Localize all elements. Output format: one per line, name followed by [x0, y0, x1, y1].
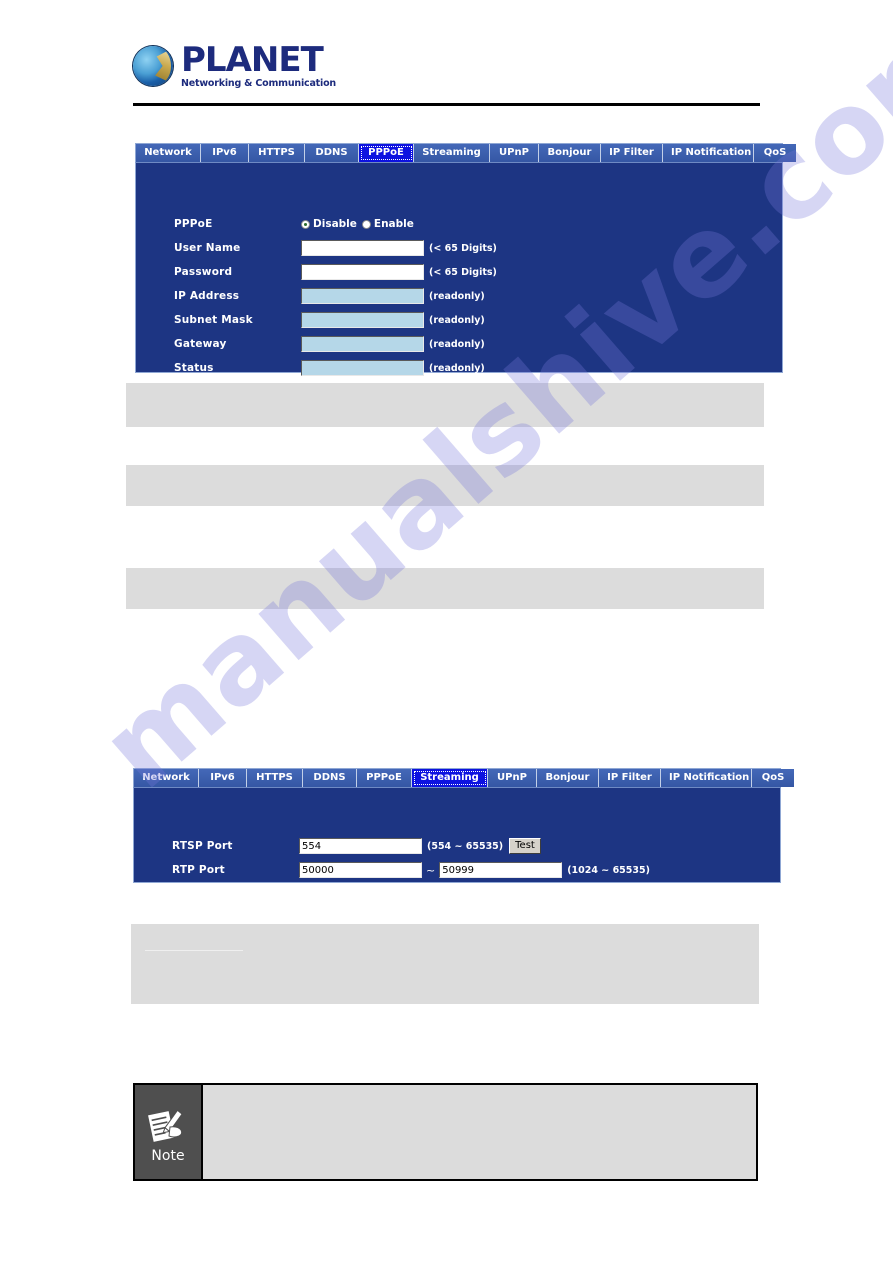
username-input[interactable] — [301, 240, 424, 256]
subnet-mask-label: Subnet Mask — [174, 314, 253, 326]
page-header: PLANET Networking & Communication — [133, 40, 760, 92]
redacted-text-block-3 — [126, 568, 764, 609]
tab-ip-filter[interactable]: IP Filter — [601, 144, 663, 162]
pppoe-gateway-row: Gateway (readonly) — [136, 332, 782, 356]
rtp-port-label: RTP Port — [172, 864, 225, 876]
tab-pppoe[interactable]: PPPoE — [359, 144, 414, 162]
globe-icon — [133, 46, 173, 86]
redacted-text-block-4 — [131, 924, 759, 1004]
tab-https-2[interactable]: HTTPS — [247, 769, 303, 787]
tab-streaming[interactable]: Streaming — [414, 144, 490, 162]
tab-bonjour-2[interactable]: Bonjour — [537, 769, 599, 787]
tab-ddns[interactable]: DDNS — [305, 144, 359, 162]
tab-qos-2[interactable]: QoS — [752, 769, 794, 787]
pppoe-settings-panel: Network IPv6 HTTPS DDNS PPPoE Streaming … — [135, 143, 796, 376]
status-input — [301, 360, 424, 376]
tab-https[interactable]: HTTPS — [249, 144, 305, 162]
rtp-port-from-input[interactable] — [299, 862, 422, 878]
ip-address-hint: (readonly) — [429, 290, 485, 302]
gateway-label: Gateway — [174, 338, 227, 350]
gateway-input — [301, 336, 424, 352]
note-callout-box: Note — [133, 1083, 758, 1181]
tab-upnp[interactable]: UPnP — [490, 144, 539, 162]
brand-name: PLANET — [181, 40, 324, 81]
pppoe-form: PPPoE Disable Enable User Name (< 65 Dig… — [135, 162, 783, 376]
note-pencil-icon — [146, 1109, 183, 1143]
pppoe-mode-radio-group[interactable]: Disable Enable — [301, 218, 414, 230]
radio-unselected-icon — [361, 219, 371, 229]
rtsp-port-hint: (554 ~ 65535) — [427, 840, 504, 852]
rtp-port-row: RTP Port ~ (1024 ~ 65535) — [134, 858, 780, 882]
pppoe-tab-bar: Network IPv6 HTTPS DDNS PPPoE Streaming … — [135, 143, 796, 162]
tab-bonjour[interactable]: Bonjour — [539, 144, 601, 162]
tab-qos[interactable]: QoS — [754, 144, 796, 162]
tab-ip-filter-2[interactable]: IP Filter — [599, 769, 661, 787]
password-hint: (< 65 Digits) — [429, 266, 497, 278]
pppoe-enable-label: Enable — [373, 218, 414, 230]
pppoe-enable-radio[interactable]: Enable — [361, 218, 414, 230]
note-body-text — [203, 1085, 756, 1179]
tab-ipv6-2[interactable]: IPv6 — [199, 769, 247, 787]
note-label-area: Note — [135, 1085, 203, 1179]
brand-text: PLANET Networking & Communication — [181, 43, 336, 89]
pppoe-label: PPPoE — [174, 218, 213, 230]
streaming-tab-bar: Network IPv6 HTTPS DDNS PPPoE Streaming … — [133, 768, 794, 787]
tab-upnp-2[interactable]: UPnP — [488, 769, 537, 787]
header-divider — [133, 103, 760, 106]
tab-ipv6[interactable]: IPv6 — [201, 144, 249, 162]
note-caption: Note — [151, 1147, 185, 1164]
password-label: Password — [174, 266, 233, 278]
tab-network[interactable]: Network — [136, 144, 201, 162]
gateway-hint: (readonly) — [429, 338, 485, 350]
brand-tagline: Networking & Communication — [181, 78, 336, 90]
rtsp-port-label: RTSP Port — [172, 840, 233, 852]
radio-selected-icon — [301, 219, 310, 229]
rtsp-test-button[interactable]: Test — [509, 838, 541, 854]
redacted-text-block-2 — [126, 465, 764, 506]
status-label: Status — [174, 362, 214, 374]
tab-ip-notification-2[interactable]: IP Notification — [661, 769, 752, 787]
brand-logo: PLANET Networking & Communication — [133, 40, 760, 92]
ip-address-label: IP Address — [174, 290, 240, 302]
rtsp-port-input[interactable] — [299, 838, 422, 854]
rtp-port-range-separator: ~ — [426, 863, 436, 877]
pppoe-subnet-mask-row: Subnet Mask (readonly) — [136, 308, 782, 332]
redacted-underline — [145, 950, 243, 951]
tab-ip-notification[interactable]: IP Notification — [663, 144, 754, 162]
pppoe-status-row: Status (readonly) — [136, 356, 782, 380]
pppoe-password-row: Password (< 65 Digits) — [136, 260, 782, 284]
tab-streaming-2[interactable]: Streaming — [412, 769, 488, 787]
tab-network-2[interactable]: Network — [134, 769, 199, 787]
username-hint: (< 65 Digits) — [429, 242, 497, 254]
username-label: User Name — [174, 242, 241, 254]
pppoe-disable-radio[interactable]: Disable — [301, 218, 357, 230]
tab-pppoe-2[interactable]: PPPoE — [357, 769, 412, 787]
tab-ddns-2[interactable]: DDNS — [303, 769, 357, 787]
redacted-text-block-1 — [126, 383, 764, 427]
rtp-port-to-input[interactable] — [439, 862, 563, 878]
status-hint: (readonly) — [429, 362, 485, 374]
password-input[interactable] — [301, 264, 424, 280]
ip-address-input — [301, 288, 424, 304]
pppoe-username-row: User Name (< 65 Digits) — [136, 236, 782, 260]
streaming-form: RTSP Port (554 ~ 65535) Test RTP Port ~ … — [133, 787, 781, 883]
rtp-port-hint: (1024 ~ 65535) — [567, 864, 650, 876]
subnet-mask-input — [301, 312, 424, 328]
streaming-settings-panel: Network IPv6 HTTPS DDNS PPPoE Streaming … — [133, 768, 794, 883]
rtsp-port-row: RTSP Port (554 ~ 65535) Test — [134, 834, 780, 858]
pppoe-disable-label: Disable — [313, 218, 357, 230]
pppoe-enable-row: PPPoE Disable Enable — [136, 212, 782, 236]
pppoe-ip-address-row: IP Address (readonly) — [136, 284, 782, 308]
subnet-mask-hint: (readonly) — [429, 314, 485, 326]
